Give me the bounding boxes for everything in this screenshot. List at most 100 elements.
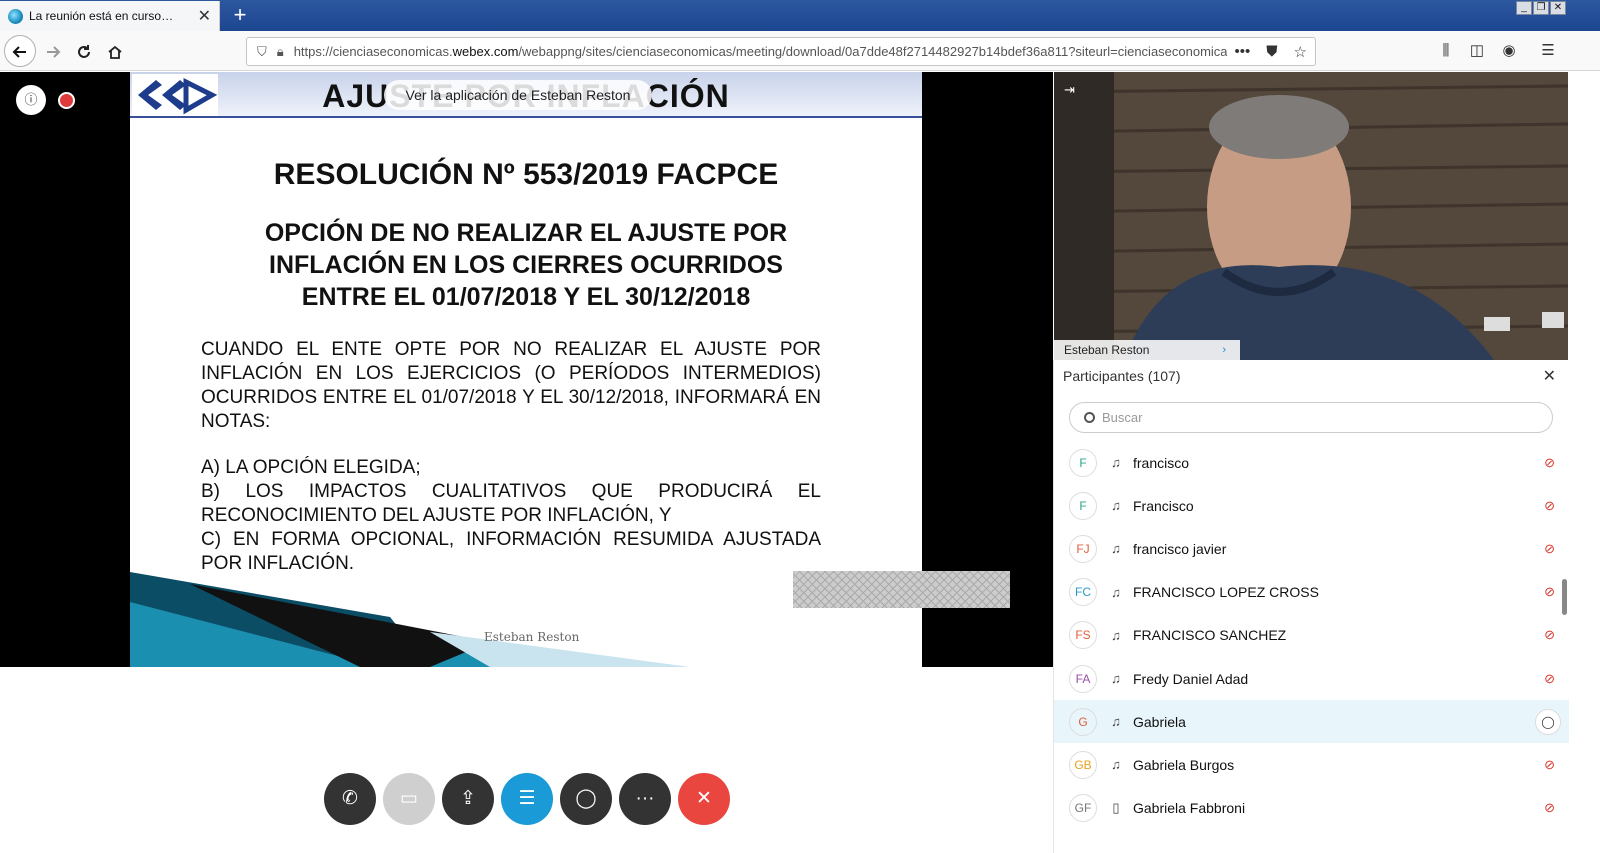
headset-icon: ♫ (1111, 757, 1121, 773)
collapse-panel-icon[interactable]: ⇥ (1064, 82, 1075, 98)
participant-name: Gabriela (1133, 713, 1186, 730)
video-off-button[interactable]: ▭ (383, 773, 435, 825)
participants-button[interactable]: ☰ (501, 773, 553, 825)
recording-indicator-icon (58, 92, 75, 109)
forward-button[interactable] (38, 37, 68, 65)
forward-arrow-icon (47, 46, 61, 58)
page-actions-icon[interactable]: ••• (1235, 43, 1251, 60)
participant-search-input[interactable]: Buscar (1069, 402, 1553, 433)
redacted-region (793, 571, 1010, 608)
video-participant-name: Esteban Reston (1064, 343, 1150, 357)
avatar: GB (1069, 750, 1097, 779)
slide-body-text: CUANDO EL ENTE OPTE POR NO REALIZAR EL A… (201, 339, 821, 432)
close-panel-button[interactable]: ✕ (1543, 366, 1556, 386)
audio-active-icon: › (1222, 344, 1226, 356)
participant-name: Gabriela Fabbroni (1133, 800, 1246, 817)
shared-content-stage: AJUSTE POR INFLACIÓN Ver la aplicación d… (0, 72, 1053, 667)
slide-option-line: ENTRE EL 01/07/2018 Y EL 30/12/2018 (301, 283, 751, 311)
muted-mic-icon[interactable]: ⊘ (1544, 757, 1555, 773)
home-button[interactable] (100, 37, 130, 65)
slide-header: AJUSTE POR INFLACIÓN Ver la aplicación d… (130, 72, 922, 118)
reload-icon (78, 45, 90, 59)
participants-header: Participantes (107) (1063, 368, 1181, 384)
browser-nav-bar: ⛉ 🔒︎ https://cienciaseconomicas.webex.co… (0, 31, 1600, 71)
tab-title: La reunión está en curso… (29, 9, 174, 23)
participant-row[interactable]: F ♫ Francisco ⊘ (1054, 484, 1569, 527)
window-close-button[interactable]: ✕ (1550, 1, 1566, 15)
participant-row[interactable]: FS ♫ FRANCISCO SANCHEZ ⊘ (1054, 614, 1569, 657)
muted-mic-icon[interactable]: ⊘ (1544, 541, 1555, 557)
participant-row[interactable]: G ♫ Gabriela ◯ (1054, 700, 1569, 744)
library-icon[interactable]: ⫼ (1432, 37, 1460, 65)
chat-bubble-icon[interactable]: ◯ (1535, 708, 1561, 735)
tab-close-icon[interactable]: ✕ (198, 6, 211, 26)
home-icon (108, 46, 122, 60)
participant-name: Gabriela Burgos (1133, 756, 1235, 773)
participant-list-scrollbar[interactable] (1562, 579, 1567, 615)
meeting-info-button[interactable]: ⓘ (16, 85, 46, 115)
phone-audio-button[interactable]: ✆ (324, 773, 376, 825)
participant-list: F ♫ francisco ⊘ F ♫ Francisco ⊘ FJ ♫ francisco jav… (1054, 441, 1569, 830)
video-feed (1054, 72, 1568, 360)
muted-mic-icon[interactable]: ⊘ (1544, 584, 1555, 600)
shield-icon[interactable]: ⛉ (257, 44, 267, 60)
slide-list-item: B) LOS IMPACTOS CUALITATIVOS QUE PRODUCI… (201, 481, 821, 526)
participant-row[interactable]: GB ♫ Gabriela Burgos ⊘ (1054, 743, 1569, 786)
webex-favicon-icon (8, 8, 23, 24)
share-button[interactable]: ⇪ (442, 773, 494, 825)
headset-icon: ♫ (1111, 584, 1121, 600)
participant-name: Francisco (1133, 497, 1194, 514)
participant-row[interactable]: F ♫ francisco ⊘ (1054, 441, 1569, 484)
participants-panel: Participantes (107) ✕ Buscar F ♫ francisco… (1053, 360, 1569, 853)
participant-row[interactable]: FJ ♫ francisco javier ⊘ (1054, 527, 1569, 570)
participant-row[interactable]: FA ♫ Fredy Daniel Adad ⊘ (1054, 657, 1569, 700)
headset-icon: ♫ (1111, 627, 1121, 643)
url-text[interactable]: https://cienciaseconomicas.webex.com/web… (294, 44, 1227, 59)
participant-name: Fredy Daniel Adad (1133, 670, 1249, 687)
video-name-label: Esteban Reston › (1054, 340, 1240, 360)
back-button[interactable] (4, 35, 36, 67)
browser-tab[interactable]: La reunión está en curso… ✕ (0, 1, 220, 31)
pocket-icon[interactable]: ⛊ (1266, 43, 1277, 60)
muted-mic-icon[interactable]: ⊘ (1544, 627, 1555, 643)
participant-row[interactable]: GF ▯ Gabriela Fabbroni ⊘ (1054, 787, 1569, 830)
avatar: FS (1069, 621, 1097, 650)
menu-icon[interactable]: ☰ (1534, 37, 1562, 65)
restore-button[interactable]: ❐ (1533, 1, 1549, 15)
bookmark-star-icon[interactable]: ☆ (1294, 43, 1307, 61)
participant-row[interactable]: FC ♫ FRANCISCO LOPEZ CROSS ⊘ (1054, 571, 1569, 614)
headset-icon: ♫ (1111, 498, 1121, 514)
minimize-button[interactable]: _ (1516, 1, 1532, 15)
reload-button[interactable] (69, 37, 99, 65)
slide-presenter-credit: Esteban Reston (484, 630, 580, 644)
new-tab-button[interactable]: + (226, 2, 254, 28)
participant-name: francisco (1133, 454, 1190, 471)
browser-tab-bar: La reunión está en curso… ✕ + _ ❐ ✕ (0, 0, 1600, 31)
participant-name: FRANCISCO SANCHEZ (1133, 627, 1287, 644)
sidebar-icon[interactable]: ◫ (1463, 37, 1491, 65)
headset-icon: ♫ (1111, 455, 1121, 471)
account-icon[interactable]: ◉ (1495, 37, 1523, 65)
slide-option-line: INFLACIÓN EN LOS CIERRES OCURRIDOS (269, 251, 783, 279)
leave-button[interactable]: ✕ (678, 773, 730, 825)
participant-name: FRANCISCO LOPEZ CROSS (1133, 584, 1319, 601)
search-icon (1084, 412, 1095, 423)
avatar: G (1069, 707, 1097, 736)
url-bar[interactable]: ⛉ 🔒︎ https://cienciaseconomicas.webex.co… (246, 37, 1316, 66)
chat-button[interactable]: ◯ (560, 773, 612, 825)
muted-mic-icon[interactable]: ⊘ (1544, 671, 1555, 687)
avatar: F (1069, 448, 1097, 477)
lock-icon[interactable]: 🔒︎ (277, 44, 284, 60)
avatar: GF (1069, 794, 1097, 823)
headset-icon: ♫ (1111, 714, 1121, 730)
avatar: FA (1069, 664, 1097, 693)
avatar: FC (1069, 578, 1097, 607)
slide-resolution-title: RESOLUCIÓN Nº 553/2019 FACPCE (273, 158, 779, 191)
avatar: F (1069, 491, 1097, 520)
view-application-pill[interactable]: Ver la aplicación de Esteban Reston (384, 80, 652, 110)
muted-mic-icon[interactable]: ⊘ (1544, 800, 1555, 816)
more-button[interactable]: ··· (619, 773, 671, 825)
participant-name: francisco javier (1133, 540, 1227, 557)
muted-mic-icon[interactable]: ⊘ (1544, 455, 1555, 471)
muted-mic-icon[interactable]: ⊘ (1544, 498, 1555, 514)
